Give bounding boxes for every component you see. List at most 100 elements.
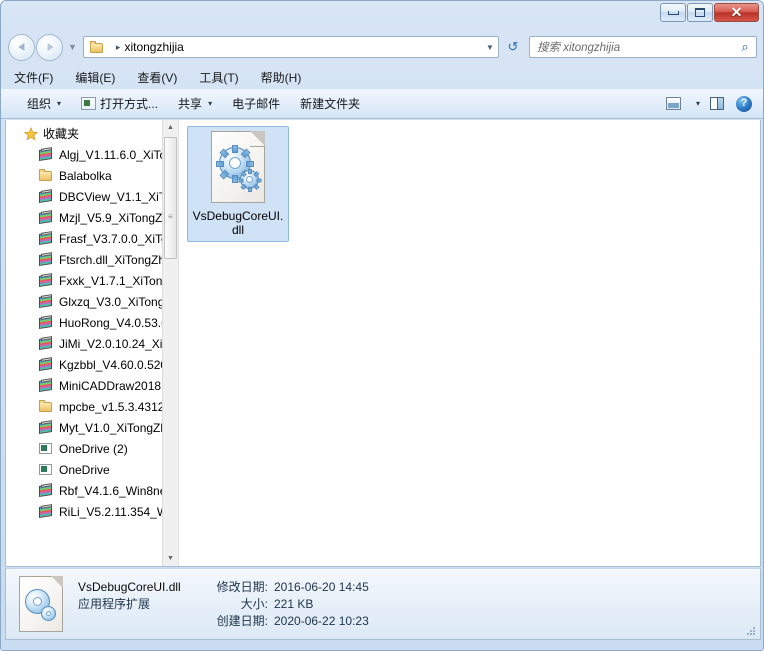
sidebar-item[interactable]: RiLi_V5.2.11.354_Wi — [6, 501, 178, 522]
menu-tools[interactable]: 工具(T) — [196, 68, 241, 87]
sidebar-item[interactable]: JiMi_V2.0.10.24_XiT — [6, 333, 178, 354]
sidebar-item-label: JiMi_V2.0.10.24_XiT — [59, 336, 170, 351]
navigation-buttons — [8, 33, 63, 61]
breadcrumb-path[interactable]: xitongzhijia — [124, 40, 482, 54]
file-corner-fold — [250, 131, 265, 146]
folder-icon — [38, 399, 54, 414]
scroll-down-button[interactable]: ▼ — [163, 551, 178, 566]
sidebar-item-label: Ftsrch.dll_XiTongZh — [59, 252, 166, 267]
forward-button[interactable] — [36, 33, 63, 61]
details-modified-label: 修改日期: — [216, 579, 268, 594]
winrar-archive-icon — [38, 357, 54, 372]
file-list-pane[interactable]: VsDebugCoreUI.dll — [179, 120, 760, 566]
sidebar-item[interactable]: MiniCADDraw2018 — [6, 375, 178, 396]
dll-file-icon — [207, 131, 269, 205]
explorer-window: ✕ ▼ ▸ xitongzhijia ▼ ↺ 搜索 xitongzhijia ⌕… — [0, 0, 764, 651]
menu-view[interactable]: 查看(V) — [134, 68, 180, 87]
chevron-down-icon: ▾ — [695, 99, 700, 108]
sidebar-item[interactable]: Balabolka — [6, 165, 178, 186]
menu-edit[interactable]: 编辑(E) — [72, 68, 118, 87]
resize-grip[interactable] — [745, 625, 757, 637]
share-button[interactable]: 共享 ▾ — [170, 92, 220, 116]
favorites-header[interactable]: 收藏夹 — [6, 123, 178, 144]
address-breadcrumb-bar[interactable]: ▸ xitongzhijia ▼ — [82, 36, 499, 58]
details-created-value: 2020-06-22 10:23 — [274, 613, 369, 628]
email-button[interactable]: 电子邮件 — [224, 92, 288, 116]
sidebar-item-label: Balabolka — [59, 168, 112, 183]
app-icon — [38, 462, 54, 477]
toolbar-right-group: ▾ ? — [659, 92, 763, 115]
sidebar-item-label: MiniCADDraw2018 — [59, 378, 162, 393]
help-button[interactable]: ? — [731, 92, 757, 115]
chevron-down-icon: ▾ — [57, 99, 62, 108]
chevron-down-icon: ▾ — [208, 99, 213, 108]
address-bar-row: ▼ ▸ xitongzhijia ▼ ↺ 搜索 xitongzhijia ⌕ — [1, 30, 763, 64]
details-row: 创建日期: 2020-06-22 10:23 — [202, 613, 369, 630]
sidebar-item[interactable]: Fxxk_V1.7.1_XiTong — [6, 270, 178, 291]
sidebar-item[interactable]: Rbf_V4.1.6_Win8net — [6, 480, 178, 501]
app-icon — [38, 441, 54, 456]
menu-file[interactable]: 文件(F) — [11, 68, 56, 87]
sidebar-item[interactable]: Myt_V1.0_XiTongZh — [6, 417, 178, 438]
change-view-button[interactable] — [660, 92, 686, 115]
maximize-button[interactable] — [687, 3, 713, 22]
winrar-archive-icon — [38, 420, 54, 435]
breadcrumb-separator: ▸ — [115, 41, 121, 52]
sidebar-item[interactable]: OneDrive (2) — [6, 438, 178, 459]
change-view-icon — [665, 97, 681, 110]
change-view-dropdown[interactable]: ▾ — [687, 92, 703, 115]
refresh-button[interactable]: ↺ — [501, 36, 525, 58]
sidebar-item-label: RiLi_V5.2.11.354_Wi — [59, 504, 171, 519]
preview-pane-button[interactable] — [704, 92, 730, 115]
search-icon: ⌕ — [741, 39, 749, 54]
organize-button[interactable]: 组织 ▾ — [19, 92, 69, 116]
gear-small-icon — [238, 169, 261, 192]
search-box[interactable]: 搜索 xitongzhijia ⌕ — [529, 36, 757, 58]
minimize-button[interactable] — [660, 3, 686, 22]
gear-teeth — [238, 169, 261, 192]
back-arrow-icon — [17, 43, 24, 51]
sidebar-item[interactable]: Kgzbbl_V4.60.0.520 — [6, 354, 178, 375]
scrollbar-thumb[interactable]: ≡ — [164, 137, 177, 259]
file-fold-line — [250, 146, 265, 147]
scroll-up-button[interactable]: ▲ — [163, 120, 178, 135]
sidebar-item[interactable]: Frasf_V3.7.0.0_XiTo — [6, 228, 178, 249]
sidebar-item-label: HuoRong_V4.0.53.6 — [59, 315, 168, 330]
sidebar-item-label: Frasf_V3.7.0.0_XiTo — [59, 231, 168, 246]
sidebar-item[interactable]: OneDrive — [6, 459, 178, 480]
file-item-selected[interactable]: VsDebugCoreUI.dll — [187, 126, 289, 242]
sidebar-item-label: Rbf_V4.1.6_Win8net — [59, 483, 170, 498]
sidebar-item[interactable]: mpcbe_v1.5.3.4312 — [6, 396, 178, 417]
search-input[interactable]: 搜索 xitongzhijia — [537, 39, 734, 55]
close-button[interactable]: ✕ — [714, 3, 759, 22]
open-with-button[interactable]: 打开方式... — [73, 92, 166, 116]
new-folder-button[interactable]: 新建文件夹 — [292, 92, 368, 116]
details-row: 大小: 221 KB — [202, 596, 369, 613]
menu-help[interactable]: 帮助(H) — [258, 68, 305, 87]
sidebar-item[interactable]: Mzjl_V5.9_XiTongZh — [6, 207, 178, 228]
sidebar-item[interactable]: Glxzq_V3.0_XiTong — [6, 291, 178, 312]
sidebar-item-label: Algj_V1.11.6.0_XiTo — [59, 147, 167, 162]
menu-bar: 文件(F) 编辑(E) 查看(V) 工具(T) 帮助(H) — [1, 66, 763, 88]
navigation-pane: 收藏夹 Algj_V1.11.6.0_XiTo Balabolka DBCVie… — [6, 120, 179, 566]
back-button[interactable] — [8, 33, 35, 61]
share-label: 共享 — [178, 97, 203, 111]
details-created-label: 创建日期: — [216, 613, 268, 628]
sidebar-item[interactable]: Algj_V1.11.6.0_XiTo — [6, 144, 178, 165]
sidebar-item[interactable]: DBCView_V1.1_XiTo — [6, 186, 178, 207]
details-right-column: 修改日期: 2016-06-20 14:45 大小: 221 KB 创建日期: … — [202, 579, 369, 630]
sidebar-item-label: OneDrive (2) — [59, 441, 128, 456]
sidebar-item[interactable]: HuoRong_V4.0.53.6 — [6, 312, 178, 333]
forward-arrow-icon — [47, 43, 54, 51]
sidebar-item[interactable]: Ftsrch.dll_XiTongZh — [6, 249, 178, 270]
winrar-archive-icon — [38, 315, 54, 330]
breadcrumb-folder-icon — [89, 40, 105, 55]
history-dropdown-icon[interactable]: ▼ — [68, 42, 77, 52]
sidebar-item-label: Mzjl_V5.9_XiTongZh — [59, 210, 170, 225]
chevron-down-icon[interactable]: ▼ — [482, 43, 498, 52]
sidebar-scrollbar[interactable]: ▲ ≡ ▼ — [162, 120, 178, 566]
details-file-type: 应用程序扩展 — [78, 596, 151, 611]
details-info: VsDebugCoreUI.dll 应用程序扩展 修改日期: 2016-06-2… — [78, 579, 369, 630]
new-folder-label: 新建文件夹 — [300, 97, 361, 111]
winrar-archive-icon — [38, 378, 54, 393]
